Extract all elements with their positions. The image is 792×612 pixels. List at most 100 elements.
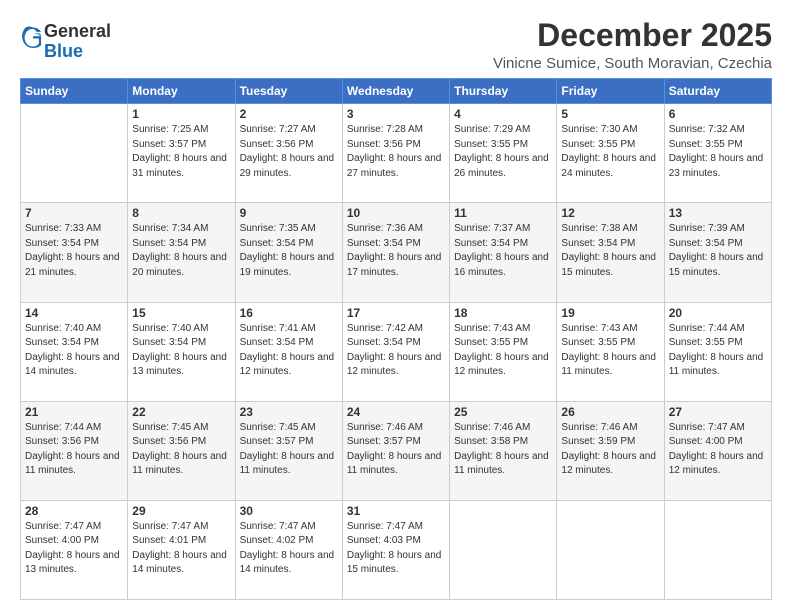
day-number: 31	[347, 504, 445, 518]
day-number: 5	[561, 107, 659, 121]
day-number: 28	[25, 504, 123, 518]
calendar-cell: 17 Sunrise: 7:42 AMSunset: 3:54 PMDaylig…	[342, 302, 449, 401]
calendar-cell	[557, 500, 664, 599]
logo-icon	[22, 26, 44, 48]
day-info: Sunrise: 7:38 AMSunset: 3:54 PMDaylight:…	[561, 222, 659, 280]
calendar-week-row: 28 Sunrise: 7:47 AMSunset: 4:00 PMDaylig…	[21, 500, 772, 599]
logo-general: General	[44, 22, 111, 42]
day-number: 25	[454, 405, 552, 419]
logo: General Blue	[20, 22, 111, 62]
calendar-cell: 9 Sunrise: 7:35 AMSunset: 3:54 PMDayligh…	[235, 203, 342, 302]
day-info: Sunrise: 7:42 AMSunset: 3:54 PMDaylight:…	[347, 322, 445, 380]
calendar-day-header: Sunday	[21, 79, 128, 104]
day-number: 19	[561, 306, 659, 320]
day-info: Sunrise: 7:44 AMSunset: 3:55 PMDaylight:…	[669, 322, 767, 380]
day-number: 20	[669, 306, 767, 320]
page: General Blue December 2025 Vinicne Sumic…	[0, 0, 792, 612]
day-info: Sunrise: 7:37 AMSunset: 3:54 PMDaylight:…	[454, 222, 552, 280]
day-info: Sunrise: 7:39 AMSunset: 3:54 PMDaylight:…	[669, 222, 767, 280]
calendar-cell: 2 Sunrise: 7:27 AMSunset: 3:56 PMDayligh…	[235, 104, 342, 203]
day-number: 17	[347, 306, 445, 320]
day-info: Sunrise: 7:45 AMSunset: 3:57 PMDaylight:…	[240, 421, 338, 479]
day-info: Sunrise: 7:46 AMSunset: 3:59 PMDaylight:…	[561, 421, 659, 479]
calendar-cell: 7 Sunrise: 7:33 AMSunset: 3:54 PMDayligh…	[21, 203, 128, 302]
day-info: Sunrise: 7:40 AMSunset: 3:54 PMDaylight:…	[132, 322, 230, 380]
calendar-cell: 16 Sunrise: 7:41 AMSunset: 3:54 PMDaylig…	[235, 302, 342, 401]
day-info: Sunrise: 7:35 AMSunset: 3:54 PMDaylight:…	[240, 222, 338, 280]
day-number: 30	[240, 504, 338, 518]
calendar-cell: 3 Sunrise: 7:28 AMSunset: 3:56 PMDayligh…	[342, 104, 449, 203]
calendar-day-header: Thursday	[450, 79, 557, 104]
calendar-day-header: Saturday	[664, 79, 771, 104]
day-number: 8	[132, 206, 230, 220]
calendar-cell: 14 Sunrise: 7:40 AMSunset: 3:54 PMDaylig…	[21, 302, 128, 401]
day-info: Sunrise: 7:47 AMSunset: 4:03 PMDaylight:…	[347, 520, 445, 578]
day-number: 21	[25, 405, 123, 419]
calendar-cell: 22 Sunrise: 7:45 AMSunset: 3:56 PMDaylig…	[128, 401, 235, 500]
day-info: Sunrise: 7:45 AMSunset: 3:56 PMDaylight:…	[132, 421, 230, 479]
day-number: 7	[25, 206, 123, 220]
calendar-header-row: SundayMondayTuesdayWednesdayThursdayFrid…	[21, 79, 772, 104]
calendar-cell: 31 Sunrise: 7:47 AMSunset: 4:03 PMDaylig…	[342, 500, 449, 599]
day-info: Sunrise: 7:43 AMSunset: 3:55 PMDaylight:…	[561, 322, 659, 380]
day-number: 13	[669, 206, 767, 220]
day-number: 27	[669, 405, 767, 419]
calendar-week-row: 7 Sunrise: 7:33 AMSunset: 3:54 PMDayligh…	[21, 203, 772, 302]
calendar-cell: 23 Sunrise: 7:45 AMSunset: 3:57 PMDaylig…	[235, 401, 342, 500]
calendar-day-header: Tuesday	[235, 79, 342, 104]
calendar-table: SundayMondayTuesdayWednesdayThursdayFrid…	[20, 78, 772, 600]
month-title: December 2025	[493, 18, 772, 53]
day-number: 18	[454, 306, 552, 320]
day-info: Sunrise: 7:33 AMSunset: 3:54 PMDaylight:…	[25, 222, 123, 280]
title-block: December 2025 Vinicne Sumice, South Mora…	[493, 18, 772, 72]
day-info: Sunrise: 7:44 AMSunset: 3:56 PMDaylight:…	[25, 421, 123, 479]
calendar-cell: 12 Sunrise: 7:38 AMSunset: 3:54 PMDaylig…	[557, 203, 664, 302]
day-info: Sunrise: 7:41 AMSunset: 3:54 PMDaylight:…	[240, 322, 338, 380]
calendar-cell: 4 Sunrise: 7:29 AMSunset: 3:55 PMDayligh…	[450, 104, 557, 203]
day-info: Sunrise: 7:46 AMSunset: 3:58 PMDaylight:…	[454, 421, 552, 479]
calendar-day-header: Monday	[128, 79, 235, 104]
day-info: Sunrise: 7:47 AMSunset: 4:01 PMDaylight:…	[132, 520, 230, 578]
calendar-cell: 25 Sunrise: 7:46 AMSunset: 3:58 PMDaylig…	[450, 401, 557, 500]
calendar-cell: 24 Sunrise: 7:46 AMSunset: 3:57 PMDaylig…	[342, 401, 449, 500]
day-info: Sunrise: 7:46 AMSunset: 3:57 PMDaylight:…	[347, 421, 445, 479]
day-info: Sunrise: 7:36 AMSunset: 3:54 PMDaylight:…	[347, 222, 445, 280]
calendar-cell: 30 Sunrise: 7:47 AMSunset: 4:02 PMDaylig…	[235, 500, 342, 599]
day-info: Sunrise: 7:28 AMSunset: 3:56 PMDaylight:…	[347, 123, 445, 181]
day-number: 9	[240, 206, 338, 220]
day-info: Sunrise: 7:29 AMSunset: 3:55 PMDaylight:…	[454, 123, 552, 181]
day-number: 4	[454, 107, 552, 121]
calendar-cell	[664, 500, 771, 599]
day-number: 1	[132, 107, 230, 121]
day-number: 11	[454, 206, 552, 220]
calendar-cell: 28 Sunrise: 7:47 AMSunset: 4:00 PMDaylig…	[21, 500, 128, 599]
day-number: 3	[347, 107, 445, 121]
calendar-cell: 11 Sunrise: 7:37 AMSunset: 3:54 PMDaylig…	[450, 203, 557, 302]
calendar-cell: 6 Sunrise: 7:32 AMSunset: 3:55 PMDayligh…	[664, 104, 771, 203]
day-number: 15	[132, 306, 230, 320]
calendar-cell: 19 Sunrise: 7:43 AMSunset: 3:55 PMDaylig…	[557, 302, 664, 401]
calendar-cell: 15 Sunrise: 7:40 AMSunset: 3:54 PMDaylig…	[128, 302, 235, 401]
day-info: Sunrise: 7:30 AMSunset: 3:55 PMDaylight:…	[561, 123, 659, 181]
day-number: 22	[132, 405, 230, 419]
day-number: 26	[561, 405, 659, 419]
location: Vinicne Sumice, South Moravian, Czechia	[493, 55, 772, 72]
day-number: 24	[347, 405, 445, 419]
calendar-cell: 10 Sunrise: 7:36 AMSunset: 3:54 PMDaylig…	[342, 203, 449, 302]
calendar-cell: 21 Sunrise: 7:44 AMSunset: 3:56 PMDaylig…	[21, 401, 128, 500]
day-number: 10	[347, 206, 445, 220]
day-number: 6	[669, 107, 767, 121]
day-number: 16	[240, 306, 338, 320]
day-info: Sunrise: 7:47 AMSunset: 4:00 PMDaylight:…	[25, 520, 123, 578]
calendar-cell: 1 Sunrise: 7:25 AMSunset: 3:57 PMDayligh…	[128, 104, 235, 203]
day-info: Sunrise: 7:34 AMSunset: 3:54 PMDaylight:…	[132, 222, 230, 280]
calendar-cell	[21, 104, 128, 203]
day-info: Sunrise: 7:47 AMSunset: 4:02 PMDaylight:…	[240, 520, 338, 578]
day-info: Sunrise: 7:43 AMSunset: 3:55 PMDaylight:…	[454, 322, 552, 380]
calendar-cell: 26 Sunrise: 7:46 AMSunset: 3:59 PMDaylig…	[557, 401, 664, 500]
calendar-cell: 13 Sunrise: 7:39 AMSunset: 3:54 PMDaylig…	[664, 203, 771, 302]
day-info: Sunrise: 7:25 AMSunset: 3:57 PMDaylight:…	[132, 123, 230, 181]
day-number: 2	[240, 107, 338, 121]
calendar-cell: 27 Sunrise: 7:47 AMSunset: 4:00 PMDaylig…	[664, 401, 771, 500]
day-number: 29	[132, 504, 230, 518]
